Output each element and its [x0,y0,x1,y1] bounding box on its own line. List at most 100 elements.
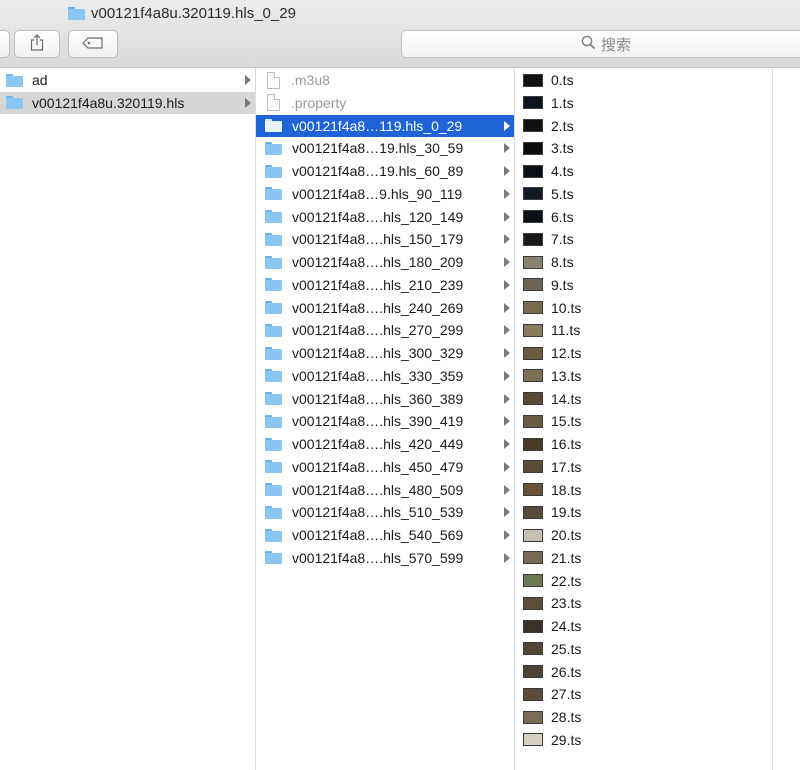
ts-file-row[interactable]: 5.ts [515,183,772,205]
column-1[interactable]: ad v00121f4a8u.320119.hls [0,68,256,770]
folder-row[interactable]: v00121f4a8….hls_330_359 [256,365,514,387]
folder-row[interactable]: v00121f4a8….hls_120_149 [256,206,514,228]
ts-file-row[interactable]: 20.ts [515,524,772,546]
video-thumbnail-icon [523,665,543,678]
column-2[interactable]: .m3u8 .property v00121f4a8…119.hls_0_29 v00… [256,68,515,770]
folder-row[interactable]: v00121f4a8….hls_270_299 [256,319,514,341]
ts-file-row[interactable]: 18.ts [515,479,772,501]
folder-row[interactable]: v00121f4a8….hls_450_479 [256,456,514,478]
item-label: 22.ts [551,572,582,589]
item-label: v00121f4a8….hls_330_359 [292,367,464,384]
folder-row[interactable]: v00121f4a8…19.hls_30_59 [256,137,514,159]
ts-file-row[interactable]: 13.ts [515,365,772,387]
folder-row[interactable]: v00121f4a8….hls_180_209 [256,251,514,273]
item-label: v00121f4a8….hls_480_509 [292,481,464,498]
folder-row[interactable]: v00121f4a8….hls_540_569 [256,524,514,546]
ts-file-row[interactable]: 24.ts [515,615,772,637]
ts-file-row[interactable]: 9.ts [515,274,772,296]
ts-file-row[interactable]: 19.ts [515,501,772,523]
item-label: 15.ts [551,413,582,430]
disclosure-arrow-icon [504,507,510,518]
ts-file-row[interactable]: 23.ts [515,592,772,614]
ts-file-row[interactable]: 26.ts [515,661,772,683]
video-thumbnail-icon [523,164,543,178]
video-thumbnail-icon [523,346,543,360]
folder-row[interactable]: v00121f4a8….hls_210_239 [256,274,514,296]
folder-row[interactable]: v00121f4a8….hls_480_509 [256,479,514,501]
item-label: 5.ts [551,185,574,202]
tag-icon [82,36,104,52]
column-3[interactable]: 0.ts 1.ts 2.ts 3.ts 4.ts 5.ts 6.ts 7.ts 8.ts 9.ts… [515,68,773,770]
folder-icon [265,414,282,428]
item-label: 17.ts [551,458,582,475]
ts-file-row[interactable]: 25.ts [515,638,772,660]
folder-row[interactable]: v00121f4a8….hls_300_329 [256,342,514,364]
folder-row[interactable]: v00121f4a8….hls_510_539 [256,501,514,523]
folder-row[interactable]: v00121f4a8….hls_570_599 [256,547,514,569]
disclosure-arrow-icon [504,530,510,540]
ts-file-row[interactable]: 28.ts [515,706,772,728]
video-thumbnail-icon [523,141,543,155]
item-label: v00121f4a8….hls_570_599 [292,549,464,566]
disclosure-arrow-icon [504,484,510,495]
ts-file-row[interactable]: 22.ts [515,570,772,592]
video-thumbnail-icon [523,369,543,383]
folder-row[interactable]: v00121f4a8….hls_420_449 [256,433,514,455]
item-label: 24.ts [551,618,582,634]
view-button[interactable] [0,30,10,58]
ts-file-row[interactable]: 12.ts [515,342,772,364]
ts-file-row[interactable]: 14.ts [515,388,772,410]
folder-icon [265,460,282,474]
tag-button[interactable] [68,30,118,58]
item-label: 4.ts [551,163,574,179]
video-thumbnail-icon [523,210,543,223]
folder-icon [265,232,282,246]
disclosure-arrow-icon [245,75,251,85]
search-field[interactable]: 搜索 [401,30,800,58]
folder-row[interactable]: v00121f4a8….hls_360_389 [256,388,514,410]
ts-file-row[interactable]: 7.ts [515,228,772,250]
ts-file-row[interactable]: 16.ts [515,433,772,455]
item-label: v00121f4a8….hls_420_449 [292,436,464,452]
ts-file-row[interactable]: 21.ts [515,547,772,569]
ts-file-row[interactable]: 27.ts [515,683,772,705]
folder-row[interactable]: v00121f4a8…119.hls_0_29 [256,114,514,137]
ts-file-row[interactable]: 1.ts [515,92,772,114]
video-thumbnail-icon [523,619,543,633]
item-label: 9.ts [551,276,574,293]
folder-row[interactable]: v00121f4a8….hls_240_269 [256,297,514,319]
ts-file-row[interactable]: 17.ts [515,456,772,478]
share-icon [30,34,44,54]
file-row[interactable]: .m3u8 [256,69,514,91]
share-button[interactable] [14,30,60,58]
item-label: 19.ts [551,504,582,521]
item-label: v00121f4a8….hls_360_389 [292,390,464,407]
item-label: 20.ts [551,527,582,543]
folder-row[interactable]: ad [0,69,255,91]
item-label: v00121f4a8u.320119.hls [32,94,185,111]
item-label: 6.ts [551,208,574,225]
ts-file-row[interactable]: 4.ts [515,160,772,182]
folder-row[interactable]: v00121f4a8…9.hls_90_119 [256,183,514,205]
folder-row[interactable]: v00121f4a8…19.hls_60_89 [256,160,514,182]
ts-file-row[interactable]: 11.ts [515,319,772,341]
item-label: 12.ts [551,345,582,361]
ts-file-row[interactable]: 10.ts [515,297,772,319]
ts-file-row[interactable]: 8.ts [515,251,772,273]
ts-file-row[interactable]: 3.ts [515,137,772,159]
ts-file-row[interactable]: 2.ts [515,115,772,137]
item-label: 1.ts [551,94,574,111]
folder-row[interactable]: v00121f4a8….hls_390_419 [256,410,514,432]
ts-file-row[interactable]: 29.ts [515,729,772,751]
video-thumbnail-icon [523,710,543,724]
video-thumbnail-icon [523,528,543,542]
item-label: v00121f4a8….hls_150_179 [292,231,464,248]
folder-row[interactable]: v00121f4a8….hls_150_179 [256,228,514,250]
file-row[interactable]: .property [256,92,514,114]
ts-file-row[interactable]: 6.ts [515,206,772,228]
item-label: 27.ts [551,686,582,703]
folder-row[interactable]: v00121f4a8u.320119.hls [0,91,255,114]
item-label: v00121f4a8…119.hls_0_29 [292,117,463,134]
ts-file-row[interactable]: 0.ts [515,69,772,91]
ts-file-row[interactable]: 15.ts [515,410,772,432]
